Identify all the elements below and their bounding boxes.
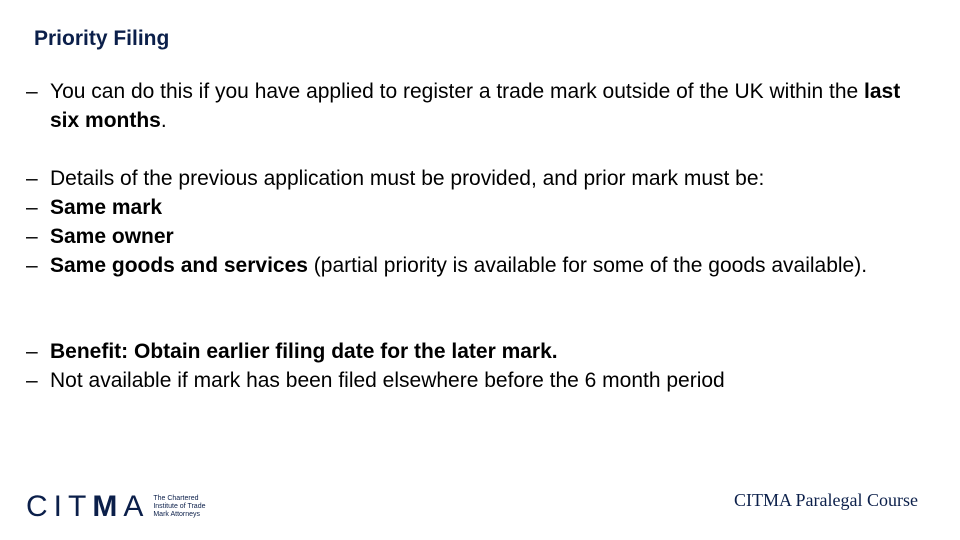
- bullet-text: Details of the previous application must…: [50, 167, 765, 190]
- bullet-item: – Same mark: [26, 193, 920, 222]
- bullet-group-3: – Benefit: Obtain earlier filing date fo…: [26, 337, 920, 395]
- logo-subtitle-line: Institute of Trade: [153, 503, 206, 510]
- bullet-bold-text: Same goods and services: [50, 254, 308, 277]
- bullet-item: – You can do this if you have applied to…: [26, 77, 920, 135]
- logo-wordmark-part: A: [123, 490, 150, 523]
- logo-subtitle-line: Mark Attorneys: [153, 511, 201, 518]
- bullet-text: Not available if mark has been filed els…: [50, 369, 725, 392]
- dash-bullet-icon: –: [26, 225, 38, 248]
- logo-wordmark-part: M: [92, 490, 124, 523]
- bullet-bold-text: Benefit: Obtain earlier filing date for …: [50, 340, 558, 363]
- bullet-item: – Details of the previous application mu…: [26, 164, 920, 193]
- bullet-bold-text: Same owner: [50, 225, 174, 248]
- dash-bullet-icon: –: [26, 167, 38, 190]
- citma-logo: CITMA The Chartered Institute of Trade M…: [26, 490, 206, 524]
- logo-wordmark: CITMA: [26, 490, 149, 524]
- bullet-group-1: – You can do this if you have applied to…: [26, 77, 920, 135]
- logo-subtitle: The Chartered Institute of Trade Mark At…: [153, 495, 205, 519]
- dash-bullet-icon: –: [26, 80, 38, 103]
- bullet-text: You can do this if you have applied to r…: [50, 80, 865, 103]
- course-footer: CITMA Paralegal Course: [734, 490, 918, 510]
- dash-bullet-icon: –: [26, 196, 38, 219]
- bullet-group-2: – Details of the previous application mu…: [26, 164, 920, 280]
- dash-bullet-icon: –: [26, 340, 38, 363]
- dash-bullet-icon: –: [26, 254, 38, 277]
- bullet-text: (partial priority is available for some …: [307, 254, 868, 277]
- bullet-item: – Same owner: [26, 222, 920, 251]
- bullet-bold-text: Same mark: [50, 196, 163, 219]
- bullet-item: – Not available if mark has been filed e…: [26, 366, 920, 395]
- logo-subtitle-line: The Chartered: [153, 495, 199, 502]
- bullet-text: .: [160, 109, 167, 132]
- bullet-item: – Same goods and services (partial prior…: [26, 251, 920, 280]
- bullet-item: – Benefit: Obtain earlier filing date fo…: [26, 337, 920, 366]
- logo-wordmark-part: CIT: [26, 490, 93, 523]
- dash-bullet-icon: –: [26, 369, 38, 392]
- slide-title: Priority Filing: [34, 27, 170, 50]
